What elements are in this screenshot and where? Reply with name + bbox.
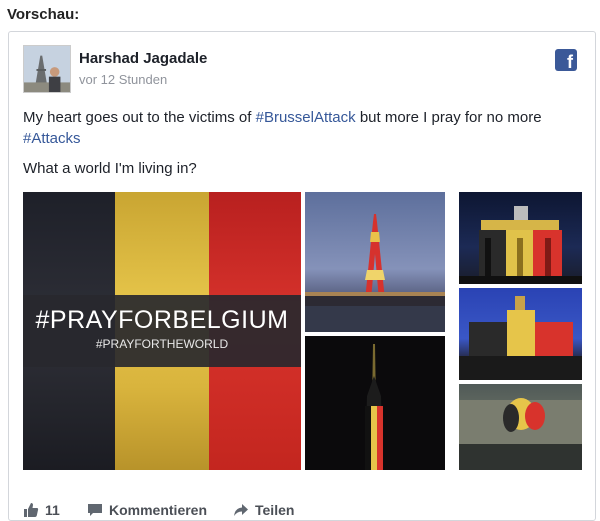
brandenburg-gate-illustration xyxy=(459,206,582,284)
comment-label: Kommentieren xyxy=(109,502,208,518)
palace-illustration xyxy=(459,296,582,380)
post-text-part: My heart goes out to the victims of xyxy=(23,109,256,126)
comment-button[interactable]: Kommentieren xyxy=(87,502,207,518)
like-button[interactable]: 11 xyxy=(23,502,60,518)
avatar-photo xyxy=(24,46,70,92)
share-label: Teilen xyxy=(255,502,295,518)
brandenburg-gate-image[interactable] xyxy=(459,192,582,284)
post-actions-bar: 11 Kommentieren Teilen xyxy=(23,502,583,520)
like-count: 11 xyxy=(45,502,60,518)
eiffel-tower-image[interactable] xyxy=(305,192,445,332)
burj-khalifa-image[interactable] xyxy=(305,336,445,470)
eiffel-tower-illustration xyxy=(305,214,445,332)
comment-icon xyxy=(88,504,102,516)
thumbs-up-icon xyxy=(24,503,39,517)
post-card: Harshad Jagadale vor 12 Stunden f My hea… xyxy=(8,31,596,521)
avatar[interactable] xyxy=(23,45,71,93)
facebook-icon[interactable]: f xyxy=(555,49,577,71)
pray-for-belgium-text: #PRAYFORBELGIUM xyxy=(35,306,289,334)
post-timestamp[interactable]: vor 12 Stunden xyxy=(79,72,167,87)
hashtag-brusselattack[interactable]: #BrusselAttack xyxy=(256,109,356,126)
burj-khalifa-illustration xyxy=(365,344,383,470)
hashtag-attacks[interactable]: #Attacks xyxy=(23,130,81,147)
amsterdam-palace-image[interactable] xyxy=(459,288,582,380)
author-name[interactable]: Harshad Jagadale xyxy=(79,50,207,67)
preview-label: Vorschau: xyxy=(7,6,80,23)
post-text-part: but more I pray for no more xyxy=(355,109,542,126)
pray-for-the-world-text: #PRAYFORTHEWORLD xyxy=(95,337,229,351)
monument-illustration xyxy=(459,398,582,470)
post-text-line2: What a world I'm living in? xyxy=(23,160,197,177)
post-text: My heart goes out to the victims of #Bru… xyxy=(23,107,583,149)
share-button[interactable]: Teilen xyxy=(233,502,294,518)
post-media-grid: #PRAYFORBELGIUM #PRAYFORTHEWORLD xyxy=(23,192,582,470)
share-arrow-icon xyxy=(234,504,248,516)
monument-image[interactable] xyxy=(459,384,582,470)
pray-for-belgium-image[interactable]: #PRAYFORBELGIUM #PRAYFORTHEWORLD xyxy=(23,192,301,470)
